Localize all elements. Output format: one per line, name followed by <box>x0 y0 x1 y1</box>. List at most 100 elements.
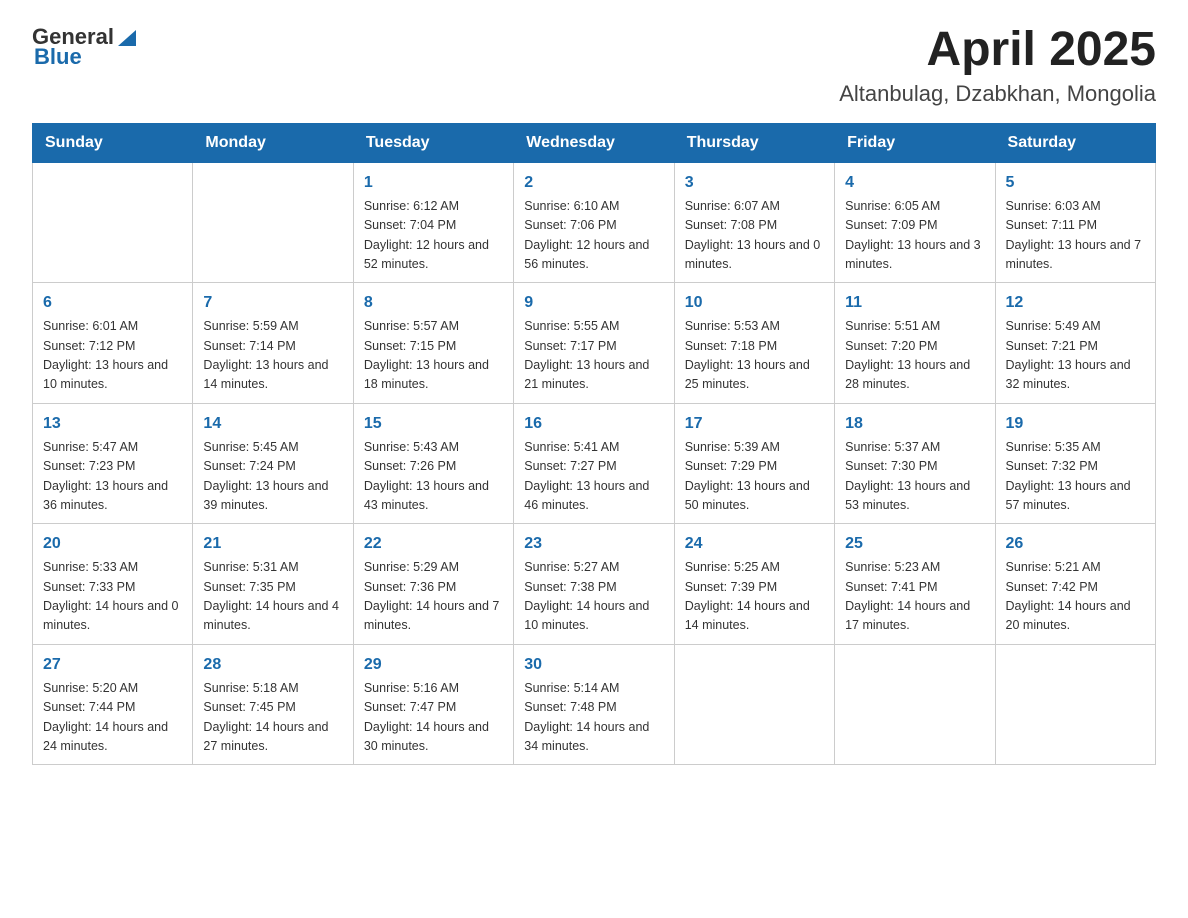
table-row: 10Sunrise: 5:53 AMSunset: 7:18 PMDayligh… <box>674 283 834 404</box>
day-number: 1 <box>364 171 503 195</box>
day-number: 24 <box>685 532 824 556</box>
day-number: 21 <box>203 532 342 556</box>
table-row: 5Sunrise: 6:03 AMSunset: 7:11 PMDaylight… <box>995 162 1155 283</box>
col-tuesday: Tuesday <box>353 123 513 162</box>
day-info: Sunrise: 5:57 AMSunset: 7:15 PMDaylight:… <box>364 317 503 395</box>
day-info: Sunrise: 6:03 AMSunset: 7:11 PMDaylight:… <box>1006 197 1145 275</box>
title-block: April 2025 Altanbulag, Dzabkhan, Mongoli… <box>839 24 1156 107</box>
day-info: Sunrise: 5:14 AMSunset: 7:48 PMDaylight:… <box>524 679 663 757</box>
table-row: 6Sunrise: 6:01 AMSunset: 7:12 PMDaylight… <box>33 283 193 404</box>
table-row: 21Sunrise: 5:31 AMSunset: 7:35 PMDayligh… <box>193 524 353 645</box>
col-wednesday: Wednesday <box>514 123 674 162</box>
day-info: Sunrise: 5:35 AMSunset: 7:32 PMDaylight:… <box>1006 438 1145 516</box>
table-row: 17Sunrise: 5:39 AMSunset: 7:29 PMDayligh… <box>674 403 834 524</box>
table-row: 23Sunrise: 5:27 AMSunset: 7:38 PMDayligh… <box>514 524 674 645</box>
table-row: 26Sunrise: 5:21 AMSunset: 7:42 PMDayligh… <box>995 524 1155 645</box>
table-row: 22Sunrise: 5:29 AMSunset: 7:36 PMDayligh… <box>353 524 513 645</box>
table-row: 3Sunrise: 6:07 AMSunset: 7:08 PMDaylight… <box>674 162 834 283</box>
calendar-week-row: 1Sunrise: 6:12 AMSunset: 7:04 PMDaylight… <box>33 162 1156 283</box>
table-row: 13Sunrise: 5:47 AMSunset: 7:23 PMDayligh… <box>33 403 193 524</box>
day-number: 11 <box>845 291 984 315</box>
day-info: Sunrise: 5:41 AMSunset: 7:27 PMDaylight:… <box>524 438 663 516</box>
day-number: 29 <box>364 653 503 677</box>
page-header: General Blue April 2025 Altanbulag, Dzab… <box>32 24 1156 107</box>
calendar-week-row: 27Sunrise: 5:20 AMSunset: 7:44 PMDayligh… <box>33 644 1156 765</box>
day-info: Sunrise: 5:20 AMSunset: 7:44 PMDaylight:… <box>43 679 182 757</box>
table-row: 12Sunrise: 5:49 AMSunset: 7:21 PMDayligh… <box>995 283 1155 404</box>
table-row: 25Sunrise: 5:23 AMSunset: 7:41 PMDayligh… <box>835 524 995 645</box>
table-row: 24Sunrise: 5:25 AMSunset: 7:39 PMDayligh… <box>674 524 834 645</box>
day-info: Sunrise: 6:12 AMSunset: 7:04 PMDaylight:… <box>364 197 503 275</box>
col-monday: Monday <box>193 123 353 162</box>
day-number: 7 <box>203 291 342 315</box>
day-number: 28 <box>203 653 342 677</box>
table-row: 2Sunrise: 6:10 AMSunset: 7:06 PMDaylight… <box>514 162 674 283</box>
logo: General Blue <box>32 24 138 70</box>
day-number: 20 <box>43 532 182 556</box>
day-info: Sunrise: 5:33 AMSunset: 7:33 PMDaylight:… <box>43 558 182 636</box>
day-number: 17 <box>685 412 824 436</box>
day-info: Sunrise: 5:55 AMSunset: 7:17 PMDaylight:… <box>524 317 663 395</box>
table-row: 11Sunrise: 5:51 AMSunset: 7:20 PMDayligh… <box>835 283 995 404</box>
day-info: Sunrise: 5:37 AMSunset: 7:30 PMDaylight:… <box>845 438 984 516</box>
col-sunday: Sunday <box>33 123 193 162</box>
table-row: 7Sunrise: 5:59 AMSunset: 7:14 PMDaylight… <box>193 283 353 404</box>
day-info: Sunrise: 5:49 AMSunset: 7:21 PMDaylight:… <box>1006 317 1145 395</box>
table-row: 1Sunrise: 6:12 AMSunset: 7:04 PMDaylight… <box>353 162 513 283</box>
day-info: Sunrise: 5:18 AMSunset: 7:45 PMDaylight:… <box>203 679 342 757</box>
day-number: 15 <box>364 412 503 436</box>
day-number: 19 <box>1006 412 1145 436</box>
table-row <box>33 162 193 283</box>
day-info: Sunrise: 6:07 AMSunset: 7:08 PMDaylight:… <box>685 197 824 275</box>
day-number: 14 <box>203 412 342 436</box>
calendar-header-row: Sunday Monday Tuesday Wednesday Thursday… <box>33 123 1156 162</box>
page-subtitle: Altanbulag, Dzabkhan, Mongolia <box>839 81 1156 107</box>
logo-blue-text: Blue <box>34 44 82 70</box>
calendar-week-row: 6Sunrise: 6:01 AMSunset: 7:12 PMDaylight… <box>33 283 1156 404</box>
table-row: 15Sunrise: 5:43 AMSunset: 7:26 PMDayligh… <box>353 403 513 524</box>
day-number: 30 <box>524 653 663 677</box>
day-info: Sunrise: 6:10 AMSunset: 7:06 PMDaylight:… <box>524 197 663 275</box>
day-info: Sunrise: 5:45 AMSunset: 7:24 PMDaylight:… <box>203 438 342 516</box>
table-row: 19Sunrise: 5:35 AMSunset: 7:32 PMDayligh… <box>995 403 1155 524</box>
day-number: 25 <box>845 532 984 556</box>
calendar-week-row: 13Sunrise: 5:47 AMSunset: 7:23 PMDayligh… <box>33 403 1156 524</box>
calendar-table: Sunday Monday Tuesday Wednesday Thursday… <box>32 123 1156 766</box>
day-info: Sunrise: 5:27 AMSunset: 7:38 PMDaylight:… <box>524 558 663 636</box>
day-number: 4 <box>845 171 984 195</box>
col-saturday: Saturday <box>995 123 1155 162</box>
table-row: 28Sunrise: 5:18 AMSunset: 7:45 PMDayligh… <box>193 644 353 765</box>
calendar-week-row: 20Sunrise: 5:33 AMSunset: 7:33 PMDayligh… <box>33 524 1156 645</box>
col-thursday: Thursday <box>674 123 834 162</box>
table-row: 20Sunrise: 5:33 AMSunset: 7:33 PMDayligh… <box>33 524 193 645</box>
page-title: April 2025 <box>839 24 1156 77</box>
day-info: Sunrise: 5:25 AMSunset: 7:39 PMDaylight:… <box>685 558 824 636</box>
day-number: 3 <box>685 171 824 195</box>
day-info: Sunrise: 5:59 AMSunset: 7:14 PMDaylight:… <box>203 317 342 395</box>
day-info: Sunrise: 5:29 AMSunset: 7:36 PMDaylight:… <box>364 558 503 636</box>
day-info: Sunrise: 5:31 AMSunset: 7:35 PMDaylight:… <box>203 558 342 636</box>
day-number: 22 <box>364 532 503 556</box>
day-info: Sunrise: 5:39 AMSunset: 7:29 PMDaylight:… <box>685 438 824 516</box>
day-number: 5 <box>1006 171 1145 195</box>
day-info: Sunrise: 5:53 AMSunset: 7:18 PMDaylight:… <box>685 317 824 395</box>
table-row: 8Sunrise: 5:57 AMSunset: 7:15 PMDaylight… <box>353 283 513 404</box>
day-number: 10 <box>685 291 824 315</box>
table-row: 14Sunrise: 5:45 AMSunset: 7:24 PMDayligh… <box>193 403 353 524</box>
table-row <box>835 644 995 765</box>
table-row: 4Sunrise: 6:05 AMSunset: 7:09 PMDaylight… <box>835 162 995 283</box>
day-info: Sunrise: 5:51 AMSunset: 7:20 PMDaylight:… <box>845 317 984 395</box>
day-number: 9 <box>524 291 663 315</box>
table-row <box>193 162 353 283</box>
table-row <box>674 644 834 765</box>
day-info: Sunrise: 6:01 AMSunset: 7:12 PMDaylight:… <box>43 317 182 395</box>
day-number: 23 <box>524 532 663 556</box>
col-friday: Friday <box>835 123 995 162</box>
day-info: Sunrise: 5:23 AMSunset: 7:41 PMDaylight:… <box>845 558 984 636</box>
table-row: 27Sunrise: 5:20 AMSunset: 7:44 PMDayligh… <box>33 644 193 765</box>
day-number: 13 <box>43 412 182 436</box>
day-number: 27 <box>43 653 182 677</box>
day-info: Sunrise: 5:47 AMSunset: 7:23 PMDaylight:… <box>43 438 182 516</box>
day-number: 2 <box>524 171 663 195</box>
table-row: 29Sunrise: 5:16 AMSunset: 7:47 PMDayligh… <box>353 644 513 765</box>
